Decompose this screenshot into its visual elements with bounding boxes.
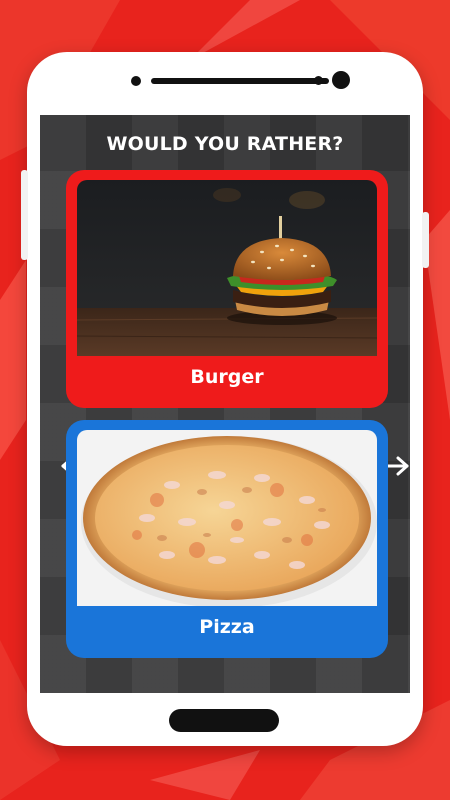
pizza-photo bbox=[77, 430, 377, 606]
home-button[interactable] bbox=[169, 709, 279, 732]
phone-sensor bbox=[131, 76, 141, 86]
phone-frame: WOULD YOU RATHER? Burger Pizza bbox=[21, 52, 429, 746]
option-label-burger: Burger bbox=[190, 366, 264, 388]
phone-side-button bbox=[21, 170, 28, 260]
app-screen: WOULD YOU RATHER? Burger Pizza bbox=[40, 115, 410, 693]
burger-photo bbox=[77, 180, 377, 356]
phone-speaker bbox=[151, 78, 329, 84]
phone-sensor bbox=[314, 76, 323, 85]
option-label-pizza: Pizza bbox=[199, 616, 255, 638]
phone-camera bbox=[332, 71, 350, 89]
option-card-burger[interactable]: Burger bbox=[66, 170, 388, 408]
option-card-pizza[interactable]: Pizza bbox=[66, 420, 388, 658]
page-title: WOULD YOU RATHER? bbox=[106, 133, 344, 155]
phone-side-button bbox=[422, 212, 429, 268]
